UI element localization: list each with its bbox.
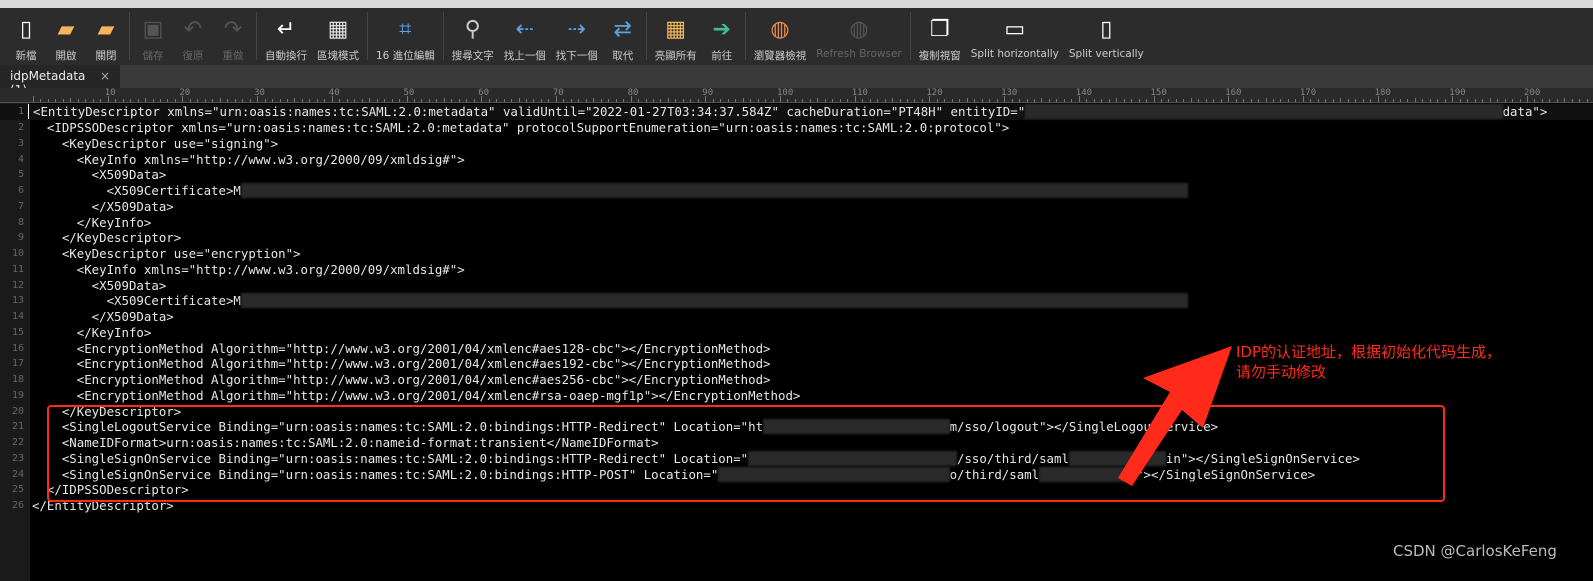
annotation-arrow-icon [1118,346,1232,486]
annotation-line-1: IDP的认证地址，根据初始化代码生成， [1236,343,1502,361]
watermark: CSDN @CarlosKeFeng [1393,542,1557,560]
annotation-line-2: 请勿手动修改 [1236,363,1327,381]
annotation-note: IDP的认证地址，根据初始化代码生成， 请勿手动修改 [1236,342,1501,382]
